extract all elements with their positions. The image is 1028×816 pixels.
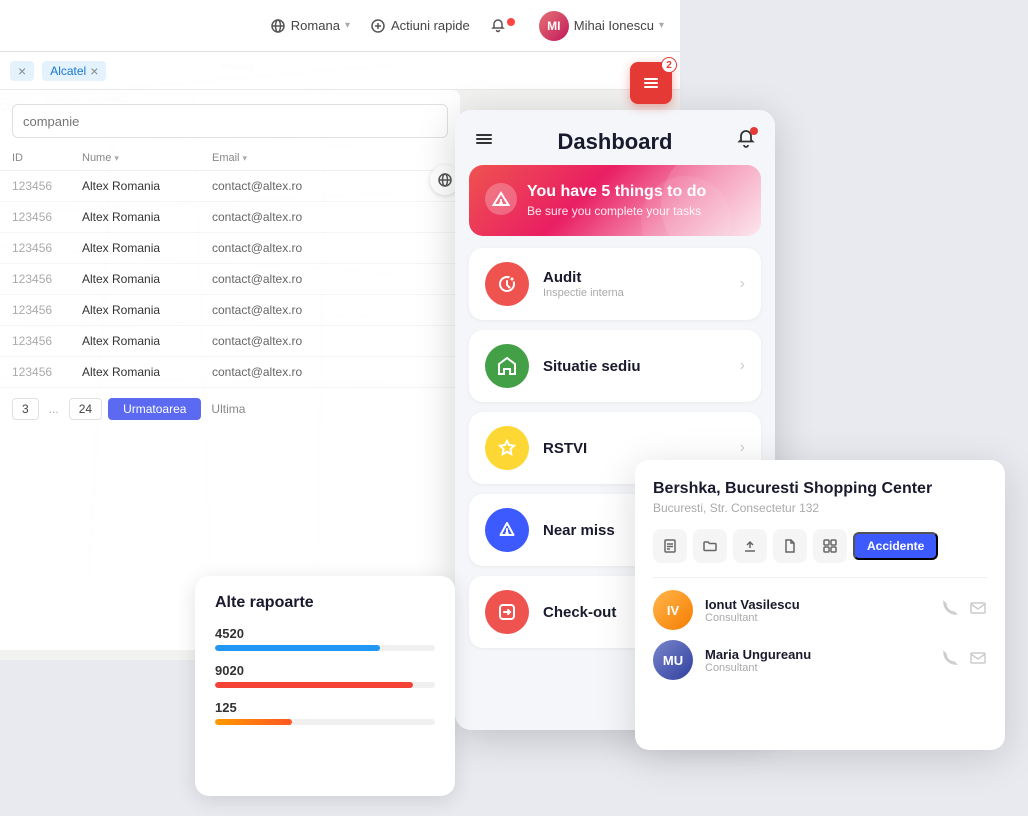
bar-fill-2	[215, 682, 413, 688]
nearmiss-label: Near miss	[543, 522, 615, 539]
table-row[interactable]: 123456 Altex Romania contact@altex.ro	[0, 357, 460, 388]
bar-track-1	[215, 645, 435, 651]
upload-icon-button[interactable]	[733, 529, 767, 563]
float-badge: 2	[661, 57, 677, 73]
folder-icon-button[interactable]	[693, 529, 727, 563]
float-action-button[interactable]: 2	[630, 62, 672, 104]
page-last[interactable]: 24	[69, 398, 102, 420]
bershka-title: Bershka, Bucuresti Shopping Center	[653, 480, 987, 498]
menu-icon[interactable]	[473, 128, 495, 155]
mail-button-1[interactable]	[969, 599, 987, 622]
audit-label: Audit	[543, 269, 624, 286]
chevron-right-icon: ›	[740, 357, 745, 375]
accidente-button[interactable]: Accidente	[853, 532, 938, 560]
quick-actions[interactable]: Actiuni rapide	[370, 18, 470, 34]
bar-track-2	[215, 682, 435, 688]
table-row[interactable]: 123456 Altex Romania contact@altex.ro	[0, 233, 460, 264]
bar-group-2: 9020	[215, 663, 435, 688]
notifications-bell[interactable]	[490, 18, 519, 34]
divider	[653, 577, 987, 578]
bar-track-3	[215, 719, 435, 725]
notification-bell[interactable]	[735, 128, 757, 155]
nearmiss-icon	[485, 508, 529, 552]
grid-icon-button[interactable]	[813, 529, 847, 563]
chevron-right-icon: ›	[740, 439, 745, 457]
chevron-right-icon: ›	[740, 275, 745, 293]
bar-fill-1	[215, 645, 380, 651]
bar-fill-3	[215, 719, 292, 725]
bar-value-1: 4520	[215, 626, 435, 641]
col-header-id: ID	[12, 152, 82, 164]
table-row[interactable]: 123456 Altex Romania contact@altex.ro	[0, 202, 460, 233]
bar-group-3: 125	[215, 700, 435, 725]
rstvi-icon	[485, 426, 529, 470]
contact-row-2: MU Maria Ungureanu Consultant	[653, 640, 987, 680]
filter-bar: × Alcatel ×	[0, 52, 680, 90]
contact-row-1: IV Ionut Vasilescu Consultant	[653, 590, 987, 630]
alert-warning-icon	[485, 183, 517, 215]
contact-name-1: Ionut Vasilescu	[705, 597, 800, 612]
contact-role-2: Consultant	[705, 662, 811, 674]
table-row[interactable]: 123456 Altex Romania contact@altex.ro	[0, 171, 460, 202]
audit-icon	[485, 262, 529, 306]
alert-subtitle: Be sure you complete your tasks	[527, 204, 706, 218]
contact-role-1: Consultant	[705, 612, 800, 624]
pagination: 3 ... 24 Urmatoarea Ultima	[0, 388, 460, 430]
checkout-label: Check-out	[543, 604, 616, 621]
situatie-label: Situatie sediu	[543, 358, 641, 375]
checkout-icon	[485, 590, 529, 634]
dashboard-header: Dashboard	[455, 110, 775, 165]
bar-group-1: 4520	[215, 626, 435, 651]
page-first[interactable]: 3	[12, 398, 39, 420]
menu-item-audit[interactable]: Audit Inspectie interna ›	[469, 248, 761, 320]
audit-sublabel: Inspectie interna	[543, 287, 624, 299]
topbar: Romana ▾ Actiuni rapide MI Mihai Ionescu…	[0, 0, 680, 52]
alert-card[interactable]: You have 5 things to do Be sure you comp…	[469, 165, 761, 236]
doc-icon-button[interactable]	[653, 529, 687, 563]
page-next[interactable]: Urmatoarea	[108, 398, 201, 420]
bershka-icon-bar: Accidente	[653, 529, 987, 563]
bershka-panel: Bershka, Bucuresti Shopping Center Bucur…	[635, 460, 1005, 750]
menu-item-situatie[interactable]: Situatie sediu ›	[469, 330, 761, 402]
filter-close-1[interactable]: ×	[18, 63, 26, 79]
user-avatar: MI	[539, 11, 569, 41]
bar-value-2: 9020	[215, 663, 435, 678]
user-menu[interactable]: MI Mihai Ionescu ▾	[539, 11, 664, 41]
file-icon-button[interactable]	[773, 529, 807, 563]
dashboard-title: Dashboard	[558, 129, 673, 155]
filter-close-2[interactable]: ×	[90, 63, 98, 79]
companies-panel: ID Nume ▾ Email ▾ 123456 Altex Romania c…	[0, 90, 460, 650]
search-input[interactable]	[12, 104, 448, 138]
bar-value-3: 125	[215, 700, 435, 715]
table-header: ID Nume ▾ Email ▾	[0, 146, 460, 171]
col-header-name[interactable]: Nume ▾	[82, 152, 212, 164]
language-selector[interactable]: Romana ▾	[270, 18, 350, 34]
col-header-email[interactable]: Email ▾	[212, 152, 392, 164]
phone-button-1[interactable]	[941, 599, 959, 622]
bell-dot	[750, 127, 758, 135]
situatie-icon	[485, 344, 529, 388]
filter-tag-empty[interactable]: ×	[10, 61, 34, 81]
alte-rapoarte-panel: Alte rapoarte 4520 9020 125	[195, 576, 455, 796]
contact-avatar-1: IV	[653, 590, 693, 630]
phone-button-2[interactable]	[941, 649, 959, 672]
alert-title: You have 5 things to do	[527, 183, 706, 201]
contact-avatar-2: MU	[653, 640, 693, 680]
table-row[interactable]: 123456 Altex Romania contact@altex.ro	[0, 326, 460, 357]
bershka-address: Bucuresti, Str. Consectetur 132	[653, 501, 987, 515]
mail-button-2[interactable]	[969, 649, 987, 672]
alte-rapoarte-title: Alte rapoarte	[215, 594, 435, 612]
contact-name-2: Maria Ungureanu	[705, 647, 811, 662]
table-row[interactable]: 123456 Altex Romania contact@altex.ro	[0, 295, 460, 326]
filter-tag-alcatel[interactable]: Alcatel ×	[42, 61, 106, 81]
rstvi-label: RSTVI	[543, 440, 587, 457]
table-row[interactable]: 123456 Altex Romania contact@altex.ro	[0, 264, 460, 295]
